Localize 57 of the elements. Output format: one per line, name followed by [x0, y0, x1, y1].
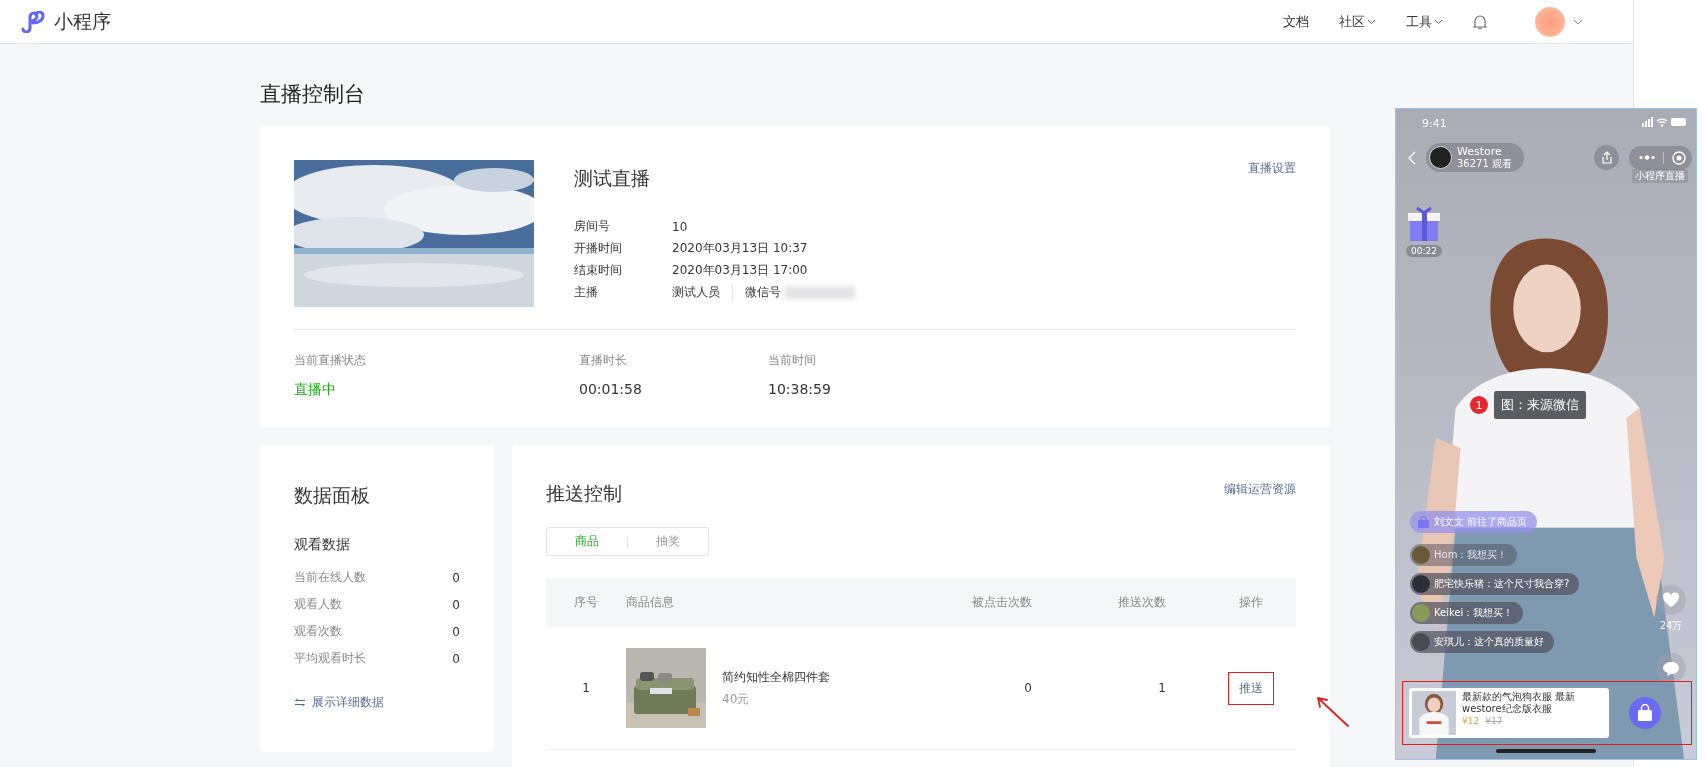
section-title: 观看数据	[294, 536, 351, 554]
chevron-down-icon[interactable]	[1367, 18, 1376, 25]
metric-value: 0	[452, 597, 460, 612]
metric-label: 平均观看时长	[294, 650, 366, 667]
stat-value: 10:38:59	[768, 381, 832, 397]
panel-title: 推送控制	[546, 481, 622, 506]
field-value: 测试人员	[672, 284, 720, 301]
stat-value: 00:01:58	[579, 381, 643, 397]
logo-icon	[20, 10, 46, 33]
nav-link[interactable]: 社区	[1339, 12, 1376, 31]
column-header: 商品信息	[626, 594, 675, 611]
field-label: 结束时间	[574, 262, 623, 279]
metric-value: 0	[452, 624, 460, 639]
metric-label: 观看次数	[294, 623, 342, 640]
field-label: 开播时间	[574, 240, 623, 257]
column-header: 序号	[573, 594, 599, 611]
logo-text[interactable]: 小程序	[54, 8, 111, 35]
swap-icon[interactable]	[294, 698, 306, 707]
page-title: 直播控制台	[260, 81, 366, 108]
settings-link[interactable]: 直播设置	[1248, 160, 1296, 177]
table-cell-text: 0	[1023, 681, 1033, 695]
edit-link[interactable]: 编辑运营资源	[1224, 481, 1296, 498]
metric-value: 0	[452, 570, 460, 585]
nav-link[interactable]: 文档	[1283, 12, 1309, 31]
field-value: 2020年03月13日 17:00	[672, 262, 808, 279]
field-label: 主播	[574, 284, 599, 301]
chevron-down-icon[interactable]	[1434, 18, 1443, 25]
tab[interactable]: 抽奖	[628, 528, 708, 555]
product-name: 简约知性全棉四件套	[722, 668, 830, 686]
panel-title: 数据面板	[294, 483, 371, 508]
field-value: 2020年03月13日 10:37	[672, 240, 808, 257]
stat-label: 当前时间	[768, 352, 817, 369]
table-cell-text: 1	[1157, 681, 1166, 695]
column-header: 推送次数	[1117, 594, 1166, 611]
metric-value: 0	[452, 651, 460, 666]
blurred-field	[785, 286, 855, 299]
stat-label: 直播时长	[579, 352, 628, 369]
field-value: 10	[672, 219, 688, 234]
caret-icon[interactable]	[1573, 18, 1583, 25]
metric-label: 观看人数	[294, 596, 342, 613]
metric-label: 当前在线人数	[294, 569, 366, 586]
tab[interactable]: 商品	[547, 528, 627, 555]
detail-link[interactable]: 展示详细数据	[312, 694, 384, 711]
field-label: 微信号	[745, 284, 781, 301]
stat-label: 当前直播状态	[294, 352, 367, 369]
stat-value: 直播中	[294, 381, 337, 399]
nav-link[interactable]: 工具	[1406, 12, 1443, 31]
avatar-icon[interactable]	[1535, 6, 1565, 37]
product-price: 40元	[722, 690, 751, 708]
column-header: 被点击次数	[971, 594, 1033, 611]
live-title: 测试直播	[574, 166, 650, 191]
field-label: 房间号	[574, 218, 611, 235]
column-header: 操作	[1238, 594, 1264, 611]
arrow	[1314, 694, 1350, 728]
push-button[interactable]: 推送	[1228, 671, 1274, 705]
bell-icon[interactable]	[1473, 13, 1487, 30]
table-cell-text: 1	[581, 681, 591, 695]
